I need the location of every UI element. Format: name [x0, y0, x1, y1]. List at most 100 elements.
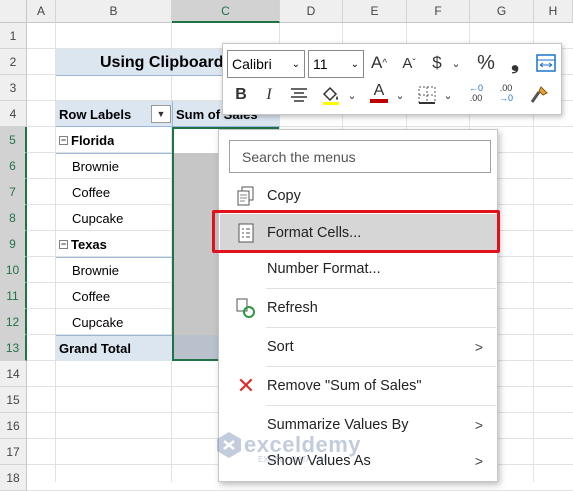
font-color-icon: A: [373, 82, 385, 99]
row-header[interactable]: 13: [0, 335, 27, 361]
increase-decimal-button[interactable]: ←0 .00: [463, 80, 489, 106]
collapse-icon[interactable]: −: [59, 135, 68, 145]
row-header[interactable]: 12: [0, 309, 27, 335]
menu-item-remove[interactable]: ✕ Remove "Sum of Sales": [220, 367, 497, 405]
pivot-row-labels-header[interactable]: Row Labels: [59, 101, 131, 127]
column-header-f[interactable]: F: [407, 0, 470, 23]
menu-item-label: Remove "Sum of Sales": [267, 378, 422, 394]
row-header[interactable]: 16: [0, 413, 27, 439]
font-size-select[interactable]: 11 ⌄: [308, 50, 364, 78]
menu-item-number-format[interactable]: Number Format...: [220, 250, 497, 288]
search-menus-input[interactable]: Search the menus: [229, 140, 491, 173]
chevron-down-icon: ⌄: [350, 58, 359, 70]
menu-item-refresh[interactable]: Refresh: [220, 289, 497, 327]
menu-item-label: Sort: [267, 339, 294, 355]
decimal-icon: .00: [499, 83, 513, 93]
column-header-c[interactable]: C: [172, 0, 280, 23]
column-header-h[interactable]: H: [534, 0, 573, 23]
select-all-corner[interactable]: [0, 0, 27, 23]
column-header-b[interactable]: B: [56, 0, 172, 23]
filter-arrow-icon: ▼: [156, 109, 166, 119]
row-header[interactable]: 7: [0, 179, 27, 205]
decimal-icon: .00: [469, 93, 483, 103]
row-header[interactable]: 4: [0, 101, 27, 127]
font-size-value: 11: [313, 56, 328, 72]
shrink-font-button[interactable]: Aˇ: [397, 50, 421, 76]
sheet-title[interactable]: Using Clipboard: [100, 49, 224, 76]
row-header[interactable]: 11: [0, 283, 27, 309]
highlight-box: [212, 210, 500, 253]
pivot-row-item[interactable]: Cupcake: [72, 205, 123, 231]
column-header-g[interactable]: G: [470, 0, 534, 23]
row-header[interactable]: 2: [0, 49, 27, 75]
column-header-e[interactable]: E: [343, 0, 407, 23]
row-header[interactable]: 5: [0, 127, 27, 153]
borders-button[interactable]: [415, 82, 439, 108]
column-header-a[interactable]: A: [27, 0, 56, 23]
paint-bucket-icon: [322, 86, 339, 105]
menu-item-label: Copy: [267, 188, 301, 204]
font-name-select[interactable]: Calibri ⌄: [227, 50, 305, 78]
chevron-down-icon[interactable]: ⌄: [345, 82, 359, 108]
chevron-right-icon: >: [474, 339, 483, 355]
exceldemy-watermark: exceldemy EXCEL · DATA · BI: [214, 430, 361, 464]
arrow-left-icon: ←0: [468, 83, 483, 93]
chevron-down-icon: ⌄: [291, 58, 300, 70]
chevron-down-icon[interactable]: ⌄: [393, 82, 407, 108]
arrow-right-icon: →0: [498, 93, 513, 103]
row-header[interactable]: 1: [0, 23, 27, 49]
refresh-icon: [234, 296, 258, 320]
pivot-group-florida[interactable]: − Florida: [59, 127, 114, 153]
row-header[interactable]: 18: [0, 465, 27, 491]
shrink-font-icon: A: [402, 54, 413, 72]
column-header-d[interactable]: D: [280, 0, 343, 23]
remove-icon: ✕: [236, 373, 256, 398]
row-header[interactable]: 3: [0, 75, 27, 101]
font-color-button[interactable]: A: [367, 80, 391, 106]
currency-button[interactable]: $: [427, 50, 447, 76]
bold-button[interactable]: B: [231, 82, 251, 108]
row-header[interactable]: 10: [0, 257, 27, 283]
filter-dropdown-button[interactable]: ▼: [151, 105, 171, 123]
row-header[interactable]: 6: [0, 153, 27, 179]
grand-total-label[interactable]: Grand Total: [59, 335, 131, 361]
mini-toolbar: Calibri ⌄ 11 ⌄ A ^ Aˇ $ ⌄ % ❟ B I ⌄ A ⌄ ⌄…: [222, 43, 562, 115]
group-label: Texas: [71, 236, 107, 252]
comma-style-button[interactable]: ❟: [505, 50, 525, 76]
borders-icon: [418, 86, 436, 104]
grow-font-icon: A: [370, 53, 383, 72]
row-header[interactable]: 14: [0, 361, 27, 387]
pivot-row-item[interactable]: Coffee: [72, 283, 110, 309]
decrease-decimal-button[interactable]: .00 →0: [493, 80, 519, 106]
row-header[interactable]: 8: [0, 205, 27, 231]
caret-up-icon: ^: [382, 57, 388, 69]
chevron-right-icon: >: [474, 417, 483, 433]
collapse-icon[interactable]: −: [59, 239, 68, 249]
row-header[interactable]: 15: [0, 387, 27, 413]
align-center-icon: [291, 88, 307, 102]
pivot-row-item[interactable]: Brownie: [72, 153, 119, 179]
pivot-row-item[interactable]: Cupcake: [72, 309, 123, 335]
grow-font-button[interactable]: A ^: [367, 50, 391, 76]
pivot-group-texas[interactable]: − Texas: [59, 231, 107, 257]
pivot-row-item[interactable]: Brownie: [72, 257, 119, 283]
font-name-value: Calibri: [232, 56, 272, 72]
align-center-button[interactable]: [287, 82, 311, 108]
pivot-row-item[interactable]: Coffee: [72, 179, 110, 205]
format-painter-button[interactable]: [527, 82, 551, 108]
menu-item-sort[interactable]: Sort >: [220, 328, 497, 366]
autofit-button[interactable]: [535, 52, 557, 74]
watermark-tagline: EXCEL · DATA · BI: [258, 455, 326, 464]
percent-button[interactable]: %: [473, 50, 499, 76]
chevron-right-icon: >: [474, 453, 483, 469]
chevron-down-icon[interactable]: ⌄: [449, 50, 463, 76]
paintbrush-icon: [530, 86, 548, 103]
autofit-icon: [536, 54, 556, 72]
chevron-down-icon[interactable]: ⌄: [441, 82, 455, 108]
menu-item-label: Refresh: [267, 300, 318, 316]
row-header[interactable]: 9: [0, 231, 27, 257]
fill-color-button[interactable]: [319, 82, 343, 108]
row-header[interactable]: 17: [0, 439, 27, 465]
italic-button[interactable]: I: [259, 82, 279, 108]
menu-item-label: Number Format...: [267, 261, 381, 277]
